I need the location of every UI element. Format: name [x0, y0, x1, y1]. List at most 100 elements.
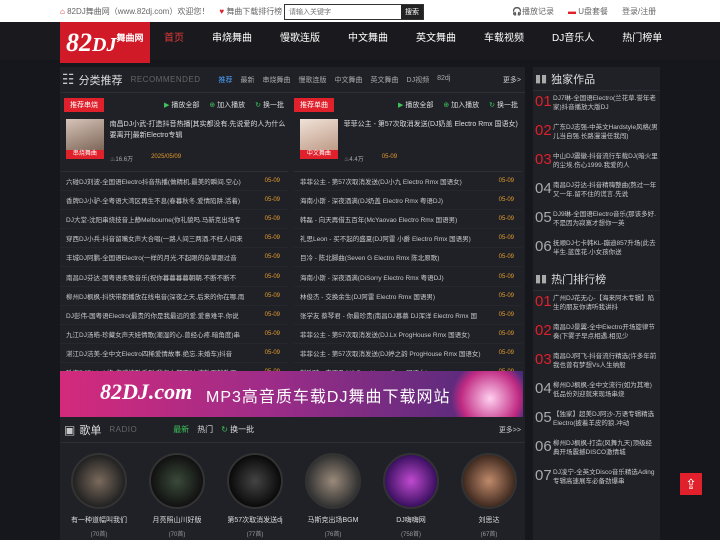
songs-tab-new[interactable]: 最新: [173, 424, 189, 435]
sidebar-item-title[interactable]: 柳州DJ枫枫-全中文流行(如为其难)低品份刘迎就来现场串烧: [553, 381, 658, 401]
playlist-card[interactable]: DJ嗨嗨网 (758首): [376, 453, 446, 538]
playlist-cover[interactable]: [227, 453, 283, 509]
list-item[interactable]: 林俊杰 - 交换余生(DJ阿雷 Electro Rmx 国语男) 05-09: [294, 287, 522, 306]
list-item[interactable]: 菲菲公主 - 第57次取消发送(DJ.Lx ProgHouse Rmx 国语女)…: [294, 325, 522, 344]
right-featured-thumb[interactable]: 中文舞曲: [300, 119, 338, 159]
list-item[interactable]: 菲菲公主 - 第57次取消发送(DJ婷之韵 ProgHouse Rmx 国语女)…: [294, 344, 522, 363]
left-refresh[interactable]: ↻ 换一批: [255, 100, 284, 110]
left-featured-thumb[interactable]: 串烧舞曲: [66, 119, 104, 159]
list-item-title[interactable]: 香牌DJ小驴-全粤语大湾区再生不息(春暮秋冬.爱情陷阱.活着): [66, 195, 264, 205]
nav-item-7[interactable]: 热门榜单: [608, 22, 676, 60]
search-input[interactable]: [285, 5, 401, 19]
list-item-title[interactable]: 菲菲公主 - 第57次取消发送(DJ婷之韵 ProgHouse Rmx 国语女): [300, 348, 498, 358]
playlist-cover[interactable]: [383, 453, 439, 509]
login-link[interactable]: 登录/注册: [622, 6, 656, 17]
playlist-cover[interactable]: [461, 453, 517, 509]
list-item-title[interactable]: 目冷 - 陈北脚曲(Seven G Electro Rmx 陈北原歌): [300, 252, 498, 262]
list-item[interactable]: 目冷 - 陈北脚曲(Seven G Electro Rmx 陈北原歌) 05-09: [294, 248, 522, 268]
sidebar-item-title[interactable]: 南昌DJ阿飞-抖音流行精选(许多年前我也曾有梦想Vs人生纳般: [553, 352, 658, 372]
list-item-title[interactable]: 穿西DJ小兵-抖音留嘴女声大合唱(一路人间三两酒.不枉人间来: [66, 233, 264, 243]
sidebar-item[interactable]: 05 【独家】超美DJ阿沙-万语专辑精选Electro(披着羊皮的狼.冲动: [533, 407, 660, 436]
playlist-card[interactable]: 刘思达 (67首): [454, 453, 524, 538]
sidebar-item[interactable]: 05 DJ9琳-全国语Electro音乐(那该多好.不是因为寂寞才想你一英: [533, 207, 660, 236]
list-item-title[interactable]: 礼思Leon - 买不起的盛夏(DJ阿雷 小爵 Electro Rmx 国语男): [300, 233, 498, 243]
list-item-title[interactable]: 九江DJ汤皓-珍藏女声天娃情歌(潮湿的心.曾经心疼.暗角度)串: [66, 329, 264, 339]
playlist-name[interactable]: 刘思达: [454, 515, 524, 525]
list-item[interactable]: 南昌DJ芬达-国粤语柔歌音乐(祝你暮暮暮暮朝朝.不断不断不 05-09: [60, 267, 288, 287]
sidebar-item-title[interactable]: 柳州DJ枫枫-打造(风舞九天)顶级经典开场震撼DISCO激情城: [553, 439, 658, 459]
list-item-title[interactable]: 六碰DJ刘波-全国语Electro抖音热播(做精机.最美的瞬间.空心): [66, 176, 264, 186]
sidebar-item-title[interactable]: 南昌DJ景翼-全中Electro开场旋律节奏(下雾子早点相遇.相见少: [553, 323, 658, 343]
list-item-title[interactable]: 林俊杰 - 交换余生(DJ阿雷 Electro Rmx 国语男): [300, 291, 498, 301]
sidebar-item-title[interactable]: 广东DJ志强-中英文Hardstyle风格(男儿当自强.长路漫漫任我闯): [553, 123, 658, 143]
sidebar-item-title[interactable]: 【独家】超美DJ阿沙-万语专辑精选Electro(披着羊皮的狼.冲动: [553, 410, 658, 430]
list-item[interactable]: DJ大堂-沈阳串烧技音上静Melbourne(你礼貌吗.马新克出场专 05-09: [60, 210, 288, 230]
nav-item-4[interactable]: 英文舞曲: [402, 22, 470, 60]
nav-item-3[interactable]: 中文舞曲: [334, 22, 402, 60]
playlist-name[interactable]: 月亮照山川好版: [142, 515, 212, 525]
list-item-title[interactable]: 丰城DJ阿鹏-全国语Electro(一样的月光.不起眼的杂草跟过音: [66, 252, 264, 262]
list-item-title[interactable]: DJ彭伟-国粤语Electro(最贵的你是我最远的爱.爱意难平.你说: [66, 310, 264, 320]
sidebar-item-title[interactable]: 广州DJ花无心-【海来阿木专辑】陷生的朋友你请听我讲抖: [553, 294, 658, 314]
promo-banner[interactable]: 82DJ.com MP3高音质车载DJ舞曲下载网站: [60, 371, 523, 417]
list-item[interactable]: 菲菲公主 - 第57次取消发送(DJ小九 Electro Rmx 国语女) 05-…: [294, 172, 522, 192]
left-play-all[interactable]: ▶ 播放全部: [164, 100, 199, 110]
list-item[interactable]: DJ彭伟-国粤语Electro(最贵的你是我最远的爱.爱意难平.你说 05-09: [60, 306, 288, 325]
nav-item-0[interactable]: 首页: [150, 22, 198, 60]
recommend-tab-0[interactable]: 推荐: [219, 75, 233, 85]
search-button[interactable]: 搜索: [401, 5, 423, 19]
list-item-title[interactable]: 海南小斯 - 深夜酒满(DiSorry Electro Rmx 粤语DJ): [300, 272, 498, 282]
site-logo[interactable]: 82DJ舞曲网: [60, 22, 150, 63]
recommend-tab-6[interactable]: DJ视频: [407, 75, 430, 85]
nav-item-6[interactable]: DJ音乐人: [538, 22, 608, 60]
sidebar-item[interactable]: 06 抚顺DJ七卡韩KL-蹦迪857升场(此去半生.蓝莲花.小女孩你送: [533, 236, 660, 265]
home-link[interactable]: ⌂ 82DJ舞曲网（www.82dj.com）欢迎您！: [60, 6, 209, 17]
back-to-top-button[interactable]: ⇪: [680, 473, 702, 495]
list-item-title[interactable]: DJ大堂-沈阳串烧技音上静Melbourne(你礼貌吗.马新克出场专: [66, 214, 264, 224]
nav-item-2[interactable]: 慢歌连版: [266, 22, 334, 60]
sidebar-item[interactable]: 01 广州DJ花无心-【海来阿木专辑】陷生的朋友你请听我讲抖: [533, 291, 660, 320]
playlist-cover[interactable]: [305, 453, 361, 509]
sidebar-item[interactable]: 03 南昌DJ阿飞-抖音流行精选(许多年前我也曾有梦想Vs人生纳般: [533, 349, 660, 378]
list-item[interactable]: 海南小斯 - 深夜酒满(DiSorry Electro Rmx 粤语DJ) 05-…: [294, 267, 522, 287]
list-item[interactable]: 六碰DJ刘波-全国语Electro抖音热播(做精机.最美的瞬间.空心) 05-09: [60, 172, 288, 192]
sidebar-item-title[interactable]: 南昌DJ芬达-抖音精嗨整曲(熬过一年又一年.留不住的谎言.先说: [553, 181, 658, 201]
list-item[interactable]: 海南小斯 - 深夜酒满(DJ奶盖 Electro Rmx 粤语DJ) 05-09: [294, 191, 522, 211]
sidebar-item-title[interactable]: DJ7琳-全国语Electro(兰花草.誉年老家)抖音播放大版DJ: [553, 94, 658, 114]
sidebar-item[interactable]: 02 南昌DJ景翼-全中Electro开场旋律节奏(下雾子早点相遇.相见少: [533, 320, 660, 349]
right-featured[interactable]: 中文舞曲 菲菲公主 - 第57次取消发送(DJ奶盖 Electro Rmx 国语…: [294, 119, 522, 165]
sidebar-item-title[interactable]: DJ9琳-全国语Electro音乐(那该多好.不是因为寂寞才想你一英: [553, 210, 658, 230]
list-item-title[interactable]: 南昌DJ芬达-国粤语柔歌音乐(祝你暮暮暮暮朝朝.不断不断不: [66, 272, 264, 282]
usb-link[interactable]: ▬ U盘套餐: [568, 6, 608, 17]
right-add-play[interactable]: ⊕ 加入播放: [443, 100, 479, 110]
sidebar-item[interactable]: 02 广东DJ志强-中英文Hardstyle风格(男儿当自强.长路漫漫任我闯): [533, 120, 660, 149]
list-item-title[interactable]: 菲菲公主 - 第57次取消发送(DJ.Lx ProgHouse Rmx 国语女): [300, 329, 498, 339]
playlist-card[interactable]: 第57次取消发送dj (77首): [220, 453, 290, 538]
sidebar-item[interactable]: 01 DJ7琳-全国语Electro(兰花草.誉年老家)抖音播放大版DJ: [533, 91, 660, 120]
playlist-card[interactable]: 马斯克出场BGM (76首): [298, 453, 368, 538]
recommend-tab-4[interactable]: 中文舞曲: [335, 75, 363, 85]
list-item[interactable]: 柳州DJ枫枫-抖快带都播放在线电音(深夜之天.后来的你在哪.雨 05-09: [60, 287, 288, 306]
list-item-title[interactable]: 湛江DJ洁美-全中文Electro四稀爱情故事.绝忘.未婚车)抖音: [66, 348, 264, 358]
sidebar-item[interactable]: 04 柳州DJ枫枫-全中文流行(如为其难)低品份刘迎就来现场串烧: [533, 378, 660, 407]
list-item[interactable]: 穿西DJ小兵-抖音留嘴女声大合唱(一路人间三两酒.不枉人间来 05-09: [60, 229, 288, 249]
nav-item-1[interactable]: 串烧舞曲: [198, 22, 266, 60]
list-item[interactable]: 香牌DJ小驴-全粤语大湾区再生不息(春暮秋冬.爱情陷阱.活着) 05-09: [60, 191, 288, 211]
recommend-tab-2[interactable]: 串烧舞曲: [263, 75, 291, 85]
playlist-cover[interactable]: [71, 453, 127, 509]
sidebar-item-title[interactable]: 中山DJ震徽-抖音流行车载DJ(暗火里的尘埃.伤心1999.我爱的人: [553, 152, 658, 172]
list-item-title[interactable]: 菲菲公主 - 第57次取消发送(DJ小九 Electro Rmx 国语女): [300, 176, 498, 186]
playlist-name[interactable]: 有一种道幅叫我们: [64, 515, 134, 525]
right-refresh[interactable]: ↻ 换一批: [489, 100, 518, 110]
playlist-card[interactable]: 月亮照山川好版 (70首): [142, 453, 212, 538]
recommend-tab-3[interactable]: 慢歌连版: [299, 75, 327, 85]
rank-link[interactable]: ♥ 舞曲下载排行榜: [219, 6, 282, 17]
sidebar-item-title[interactable]: DJ凌宁-全英文Disco音乐精选Ading专辑高速展车必备劲爆串: [553, 468, 658, 488]
sidebar-item[interactable]: 07 DJ凌宁-全英文Disco音乐精选Ading专辑高速展车必备劲爆串: [533, 465, 660, 494]
sidebar-item[interactable]: 03 中山DJ震徽-抖音流行车载DJ(暗火里的尘埃.伤心1999.我爱的人: [533, 149, 660, 178]
recommend-tab-5[interactable]: 英文舞曲: [371, 75, 399, 85]
left-add-play[interactable]: ⊕ 加入播放: [209, 100, 245, 110]
list-item[interactable]: 丰城DJ阿鹏-全国语Electro(一样的月光.不起眼的杂草跟过音 05-09: [60, 248, 288, 268]
songs-tab-hot[interactable]: 热门: [197, 424, 213, 435]
right-play-all[interactable]: ▶ 播放全部: [398, 100, 433, 110]
